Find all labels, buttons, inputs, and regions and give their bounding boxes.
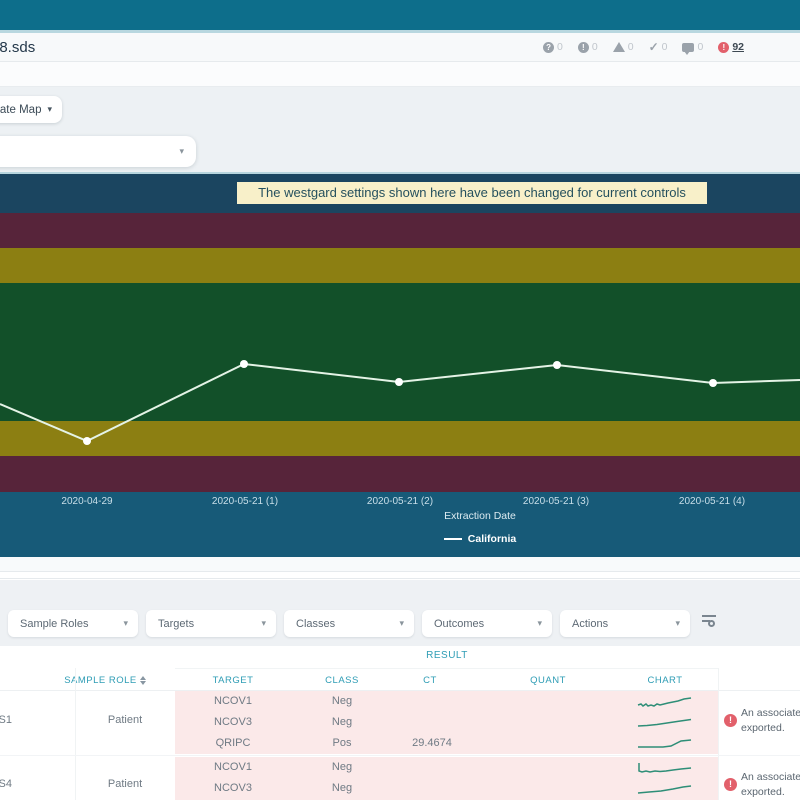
results-table: RESULT SAMPLE ROLE TARGET CLASS CT QUANT…: [0, 646, 800, 800]
question-counter[interactable]: ? 0: [543, 41, 563, 53]
x-tick: 2020-05-21 (2): [340, 496, 460, 507]
target-cell: NCOV1: [183, 691, 283, 712]
error-circle-icon: !: [718, 42, 729, 53]
result-group-header: RESULT: [347, 650, 547, 661]
sample-name: S1: [0, 714, 12, 726]
sparkline-chart: [637, 759, 693, 775]
sample-role-cell: Patient: [75, 714, 175, 726]
filter-actions[interactable]: Actions ▾: [560, 610, 690, 637]
filter-settings-icon[interactable]: [702, 614, 718, 630]
app-screen: 08.sds ? 0 ! 0 0 ✓ 0 0 !: [0, 0, 800, 800]
x-tick: 2020-05-21 (1): [185, 496, 305, 507]
divider: [175, 668, 718, 669]
check-counter[interactable]: ✓ 0: [649, 40, 668, 54]
warning-triangle-icon: [613, 42, 625, 52]
comment-icon: [682, 43, 694, 52]
col-header-quant[interactable]: QUANT: [498, 675, 598, 686]
checkmark-icon: ✓: [649, 40, 659, 54]
sample-name: S4: [0, 778, 12, 790]
section-divider: [0, 573, 800, 579]
column-divider: [718, 668, 719, 800]
section-divider: [0, 557, 800, 572]
filter-targets[interactable]: Targets ▾: [146, 610, 276, 637]
target-cell: NCOV1: [183, 757, 283, 778]
sparkline-chart: [637, 735, 693, 751]
warning-message: An associated ex exported.: [741, 770, 800, 800]
question-circle-icon: ?: [543, 42, 554, 53]
col-header-target[interactable]: TARGET: [183, 675, 283, 686]
class-cell: Neg: [292, 778, 392, 799]
chevron-down-icon: ▾: [261, 619, 266, 628]
series-line: [0, 174, 800, 492]
legend-line-icon: [444, 538, 462, 540]
col-header-sample-role[interactable]: SAMPLE ROLE: [45, 675, 165, 686]
exclamation-circle-icon: !: [578, 42, 589, 53]
chevron-down-icon: ▾: [399, 619, 404, 628]
warning-counter[interactable]: 0: [613, 41, 634, 53]
chevron-down-icon: ▾: [47, 105, 52, 114]
control-chart: The westgard settings shown here have be…: [0, 172, 800, 557]
sparkline-chart: [637, 693, 693, 709]
warning-icon[interactable]: !: [724, 714, 737, 727]
col-header-ct[interactable]: CT: [380, 675, 480, 686]
file-name: 08.sds: [0, 39, 35, 56]
westgard-notice: The westgard settings shown here have be…: [237, 182, 707, 204]
target-cell: NCOV3: [183, 712, 283, 733]
target-cell: QRIPC: [183, 733, 283, 754]
filter-bar: Sample Roles ▾ Targets ▾ Classes ▾ Outco…: [0, 580, 800, 646]
row-divider: [0, 755, 800, 756]
plate-map-button[interactable]: Plate Map ▾: [0, 96, 62, 123]
class-cell: Pos: [292, 733, 392, 754]
info-counter[interactable]: ! 0: [578, 41, 598, 53]
x-tick: 2020-04-29: [27, 496, 147, 507]
class-cell: Neg: [292, 691, 392, 712]
chevron-down-icon: ▾: [123, 619, 128, 628]
legend-label: California: [468, 533, 516, 545]
chart-view-select[interactable]: ▾: [0, 136, 196, 167]
x-tick: 2020-05-21 (4): [652, 496, 772, 507]
header-spacer: [0, 62, 800, 87]
col-header-chart[interactable]: CHART: [615, 675, 715, 686]
chevron-down-icon: ▾: [537, 619, 542, 628]
target-cell: NCOV3: [183, 778, 283, 799]
filter-sample-roles[interactable]: Sample Roles ▾: [8, 610, 138, 637]
chart-legend[interactable]: California: [380, 533, 580, 545]
chevron-down-icon: ▾: [179, 147, 184, 156]
app-topbar: [0, 0, 800, 30]
error-counter[interactable]: ! 92: [718, 41, 744, 53]
comment-counter[interactable]: 0: [682, 41, 703, 53]
sample-role-cell: Patient: [75, 778, 175, 790]
x-axis-title: Extraction Date: [380, 510, 580, 522]
warning-icon[interactable]: !: [724, 778, 737, 791]
status-counters: ? 0 ! 0 0 ✓ 0 0 ! 92: [543, 40, 744, 54]
class-cell: Neg: [292, 757, 392, 778]
warning-message: An associated ex exported.: [741, 706, 800, 736]
file-header: 08.sds ? 0 ! 0 0 ✓ 0 0 !: [0, 33, 800, 62]
toolbar-section: Plate Map ▾ ▾: [0, 87, 800, 172]
sparkline-chart: [637, 780, 693, 796]
filter-classes[interactable]: Classes ▾: [284, 610, 414, 637]
ct-cell: 29.4674: [382, 733, 482, 754]
filter-outcomes[interactable]: Outcomes ▾: [422, 610, 552, 637]
x-tick: 2020-05-21 (3): [496, 496, 616, 507]
chevron-down-icon: ▾: [675, 619, 680, 628]
col-header-class[interactable]: CLASS: [292, 675, 392, 686]
class-cell: Neg: [292, 712, 392, 733]
sort-icon[interactable]: [140, 676, 146, 685]
sparkline-chart: [637, 714, 693, 730]
